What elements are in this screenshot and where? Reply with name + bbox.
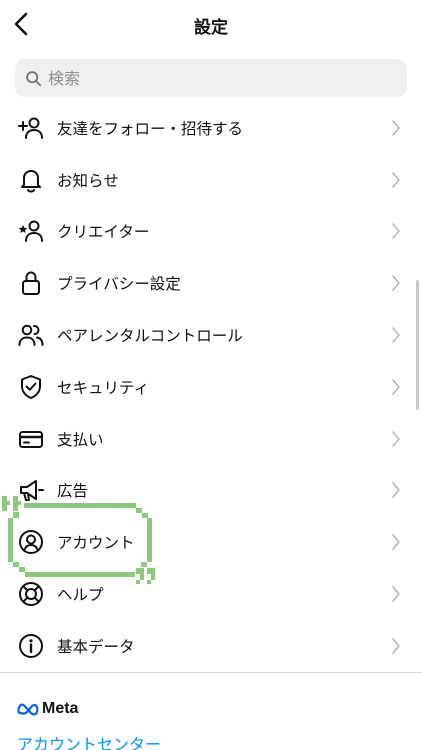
chevron-right-icon [390,222,402,240]
menu-item-creator[interactable]: クリエイター [0,206,422,258]
megaphone-icon [17,476,45,504]
page-title: 設定 [194,18,228,38]
search-bar[interactable] [15,59,407,97]
chevron-right-icon [390,378,402,396]
people-icon [17,321,45,349]
meta-brand-text: Meta [42,700,79,717]
header: 設定 [0,0,422,50]
account-center-link[interactable]: アカウントセンター [17,731,161,750]
menu-item-label: セキュリティ [57,378,150,397]
star-person-icon [17,217,45,245]
chevron-right-icon [390,481,402,499]
card-icon [17,425,45,453]
menu-item-label: 支払い [57,430,104,449]
menu-item-label: 基本データ [57,637,135,656]
menu-item-label: 広告 [57,482,89,501]
chevron-right-icon [390,274,402,292]
chevron-right-icon [390,430,402,448]
search-icon [26,70,42,86]
person-circle-icon [17,528,45,556]
menu-item-label: プライバシー設定 [57,275,181,294]
search-input[interactable] [48,68,378,88]
lock-icon [17,269,45,297]
menu-item-privacy[interactable]: プライバシー設定 [0,257,422,309]
shield-check-icon [17,373,45,401]
settings-list: 友達をフォロー・招待する お知らせ クリエイター プライバシー設定 ペアレンタル… [0,102,422,672]
chevron-right-icon [390,637,402,655]
meta-logo-icon [17,703,39,716]
add-person-icon [17,114,45,142]
menu-item-ads[interactable]: 広告 [0,465,422,517]
info-icon [17,632,45,660]
menu-item-payments[interactable]: 支払い [0,413,422,465]
menu-item-account[interactable]: アカウント [0,516,422,568]
menu-item-follow-invite[interactable]: 友達をフォロー・招待する [0,102,422,154]
bell-icon [17,166,45,194]
chevron-right-icon [390,119,402,137]
menu-item-about[interactable]: 基本データ [0,620,422,672]
meta-brand: Meta [17,700,78,718]
menu-item-label: お知らせ [57,171,119,190]
scrollbar[interactable] [416,280,419,410]
menu-item-security[interactable]: セキュリティ [0,361,422,413]
chevron-right-icon [390,326,402,344]
menu-item-label: ヘルプ [57,586,104,605]
menu-item-label: ペアレンタルコントロール [57,327,243,346]
menu-item-parental[interactable]: ペアレンタルコントロール [0,309,422,361]
menu-item-label: クリエイター [57,223,150,242]
chevron-right-icon [390,171,402,189]
footer-divider [0,672,422,673]
menu-item-label: アカウント [57,534,135,553]
chevron-right-icon [390,533,402,551]
menu-item-notifications[interactable]: お知らせ [0,154,422,206]
chevron-right-icon [390,585,402,603]
menu-item-label: 友達をフォロー・招待する [57,119,244,138]
lifebuoy-icon [17,580,45,608]
menu-item-help[interactable]: ヘルプ [0,568,422,620]
